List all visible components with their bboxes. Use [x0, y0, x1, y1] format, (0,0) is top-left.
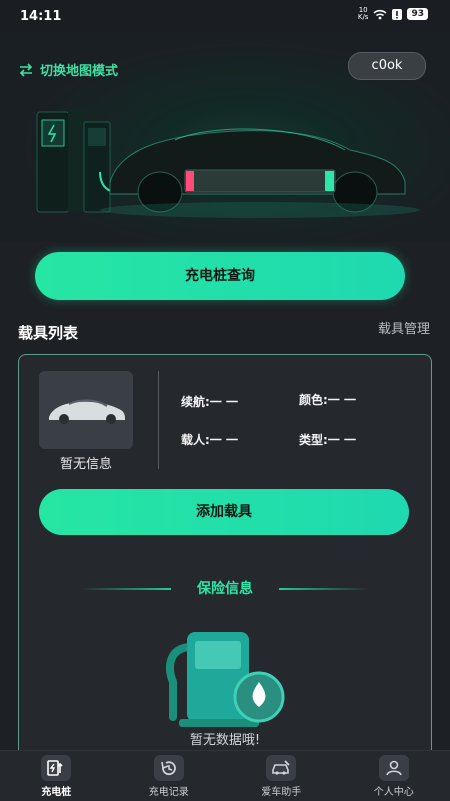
vehicle-card: 暂无信息 续航:一 一 颜色:一 一 载人:一 一 类型:一 一 添加载具 保险…	[18, 354, 432, 755]
tab-profile[interactable]: 个人中心	[338, 751, 450, 801]
network-speed-unit: K/s	[358, 13, 369, 21]
vehicle-type: 类型:一 一	[299, 431, 356, 448]
battery-indicator: 93	[407, 8, 428, 20]
hero-illustration	[0, 32, 450, 242]
charging-pile-query-button[interactable]: 充电桩查询	[35, 252, 405, 300]
insurance-title: 保险信息	[19, 578, 431, 598]
tab-charging-history[interactable]: 充电记录	[113, 751, 226, 801]
car-illustration	[100, 129, 420, 218]
wifi-icon	[373, 9, 387, 20]
charging-pile-icon	[41, 755, 71, 781]
insurance-empty-text: 暂无数据哦!	[19, 729, 431, 748]
status-bar: 14:11 10 K/s 93	[0, 0, 450, 32]
vehicle-thumbnail	[39, 371, 133, 449]
status-indicators: 10 K/s 93	[358, 7, 428, 21]
alert-icon	[392, 9, 402, 20]
hero-banner: 切换地图模式 c0ok	[0, 32, 450, 242]
insurance-divider-right	[279, 588, 369, 590]
car-image	[39, 371, 133, 449]
tab-charging-pile[interactable]: 充电桩	[0, 751, 113, 801]
car-assistant-icon	[266, 755, 296, 781]
empty-fuel-station-icon	[159, 627, 289, 732]
vertical-divider	[158, 371, 159, 469]
vehicle-manage-link[interactable]: 载具管理	[378, 318, 430, 337]
vehicle-list-title: 载具列表	[18, 322, 78, 343]
tab-label: 充电记录	[149, 783, 189, 798]
vehicle-no-info-label: 暂无信息	[39, 453, 133, 472]
tab-label: 个人中心	[374, 783, 414, 798]
vehicle-color: 颜色:一 一	[299, 391, 356, 408]
add-vehicle-button[interactable]: 添加载具	[39, 489, 409, 535]
tab-car-assistant[interactable]: 爱车助手	[225, 751, 338, 801]
tab-label: 爱车助手	[261, 783, 301, 798]
profile-icon	[379, 755, 409, 781]
vehicle-range: 续航:一 一	[181, 393, 238, 410]
status-time: 14:11	[20, 9, 61, 24]
history-icon	[154, 755, 184, 781]
vehicle-capacity: 载人:一 一	[181, 431, 238, 448]
network-speed: 10 K/s	[358, 7, 369, 21]
bottom-tab-bar: 充电桩 充电记录 爱车助手 个人中	[0, 750, 450, 801]
tab-label: 充电桩	[41, 783, 71, 798]
